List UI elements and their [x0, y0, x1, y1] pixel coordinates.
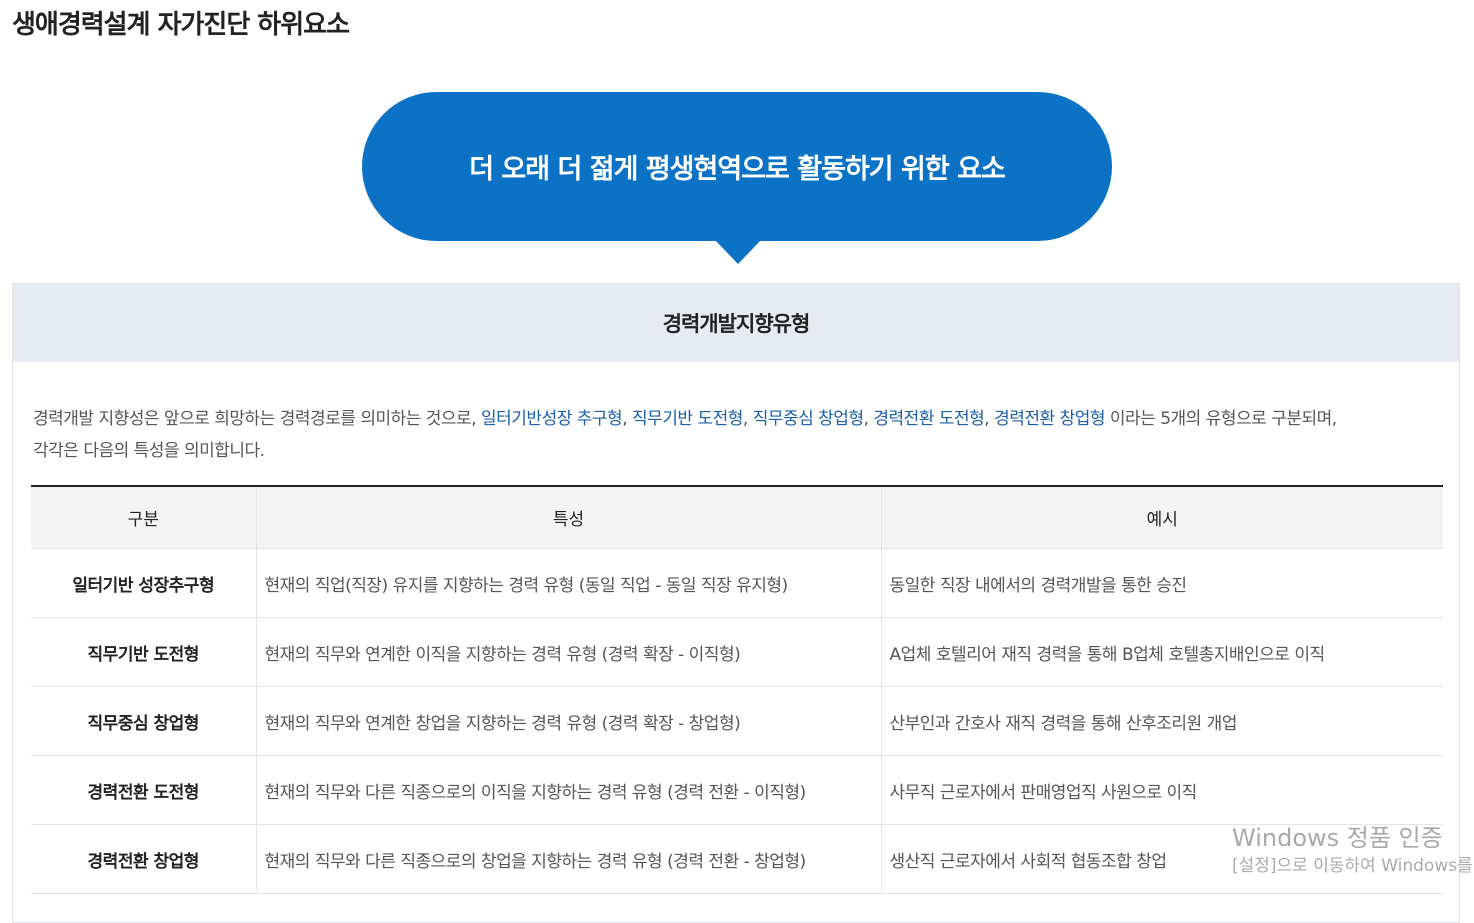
card-header: 경력개발지향유형 [13, 284, 1459, 362]
table-row: 일터기반 성장추구형 현재의 직업(직장) 유지를 지향하는 경력 유형 (동일… [31, 548, 1443, 618]
header-trait: 특성 [255, 486, 881, 549]
description-suffix: 이라는 5개의 유형으로 구분되며, [1105, 409, 1337, 429]
row-kind: 경력전환 창업형 [31, 824, 256, 894]
type-name-3: 직무중심 창업형 [752, 409, 864, 429]
description-line2: 각각은 다음의 특성을 의미합니다. [33, 441, 265, 461]
watermark-subtitle: [설정]으로 이동하여 Windows를 [1232, 856, 1473, 876]
table-header-row: 구분 특성 예시 [31, 486, 1443, 549]
card-title: 경력개발지향유형 [662, 312, 811, 336]
separator: , [622, 409, 632, 429]
row-kind: 직무기반 도전형 [31, 617, 256, 687]
type-name-5: 경력전환 창업형 [994, 409, 1105, 429]
description: 경력개발 지향성은 앞으로 희망하는 경력경로를 의미하는 것으로, 일터기반성… [33, 403, 1445, 467]
row-kind: 경력전환 도전형 [31, 755, 256, 825]
bubble-tail [715, 240, 761, 264]
table-row: 직무중심 창업형 현재의 직무와 연계한 창업을 지향하는 경력 유형 (경력 … [31, 686, 1443, 756]
table-row: 경력전환 도전형 현재의 직무와 다른 직종으로의 이직을 지향하는 경력 유형… [31, 755, 1443, 825]
row-example: 사무직 근로자에서 판매영업직 사원으로 이직 [880, 755, 1443, 825]
row-example: 동일한 직장 내에서의 경력개발을 통한 승진 [880, 548, 1443, 618]
row-kind: 직무중심 창업형 [31, 686, 256, 756]
row-example: 산부인과 간호사 재직 경력을 통해 산후조리원 개업 [880, 686, 1443, 756]
page-title: 생애경력설계 자가진단 하위요소 [12, 10, 350, 40]
table-row: 직무기반 도전형 현재의 직무와 연계한 이직을 지향하는 경력 유형 (경력 … [31, 617, 1443, 687]
speech-bubble: 더 오래 더 젊게 평생현역으로 활동하기 위한 요소 [362, 92, 1112, 241]
separator: , [984, 409, 995, 429]
separator: , [742, 409, 753, 429]
row-trait: 현재의 직업(직장) 유지를 지향하는 경력 유형 (동일 직업 - 동일 직장… [255, 548, 881, 618]
windows-activation-watermark: Windows 정품 인증 [설정]으로 이동하여 Windows를 [1232, 826, 1473, 875]
row-kind: 일터기반 성장추구형 [31, 548, 256, 618]
description-prefix: 경력개발 지향성은 앞으로 희망하는 경력경로를 의미하는 것으로, [33, 409, 482, 429]
bubble-text: 더 오래 더 젊게 평생현역으로 활동하기 위한 요소 [469, 154, 1006, 185]
row-trait: 현재의 직무와 연계한 이직을 지향하는 경력 유형 (경력 확장 - 이직형) [255, 617, 881, 687]
header-kind: 구분 [31, 486, 256, 549]
header-example: 예시 [880, 486, 1443, 549]
row-trait: 현재의 직무와 다른 직종으로의 이직을 지향하는 경력 유형 (경력 전환 -… [255, 755, 881, 825]
watermark-title: Windows 정품 인증 [1232, 824, 1443, 852]
row-example: A업체 호텔리어 재직 경력을 통해 B업체 호텔총지배인으로 이직 [880, 617, 1443, 687]
row-trait: 현재의 직무와 연계한 창업을 지향하는 경력 유형 (경력 확장 - 창업형) [255, 686, 881, 756]
separator: , [863, 409, 874, 429]
type-name-1: 일터기반성장 추구형 [481, 409, 623, 429]
type-name-2: 직무기반 도전형 [632, 409, 743, 429]
type-name-4: 경력전환 도전형 [873, 409, 985, 429]
row-trait: 현재의 직무와 다른 직종으로의 창업을 지향하는 경력 유형 (경력 전환 -… [255, 824, 881, 894]
